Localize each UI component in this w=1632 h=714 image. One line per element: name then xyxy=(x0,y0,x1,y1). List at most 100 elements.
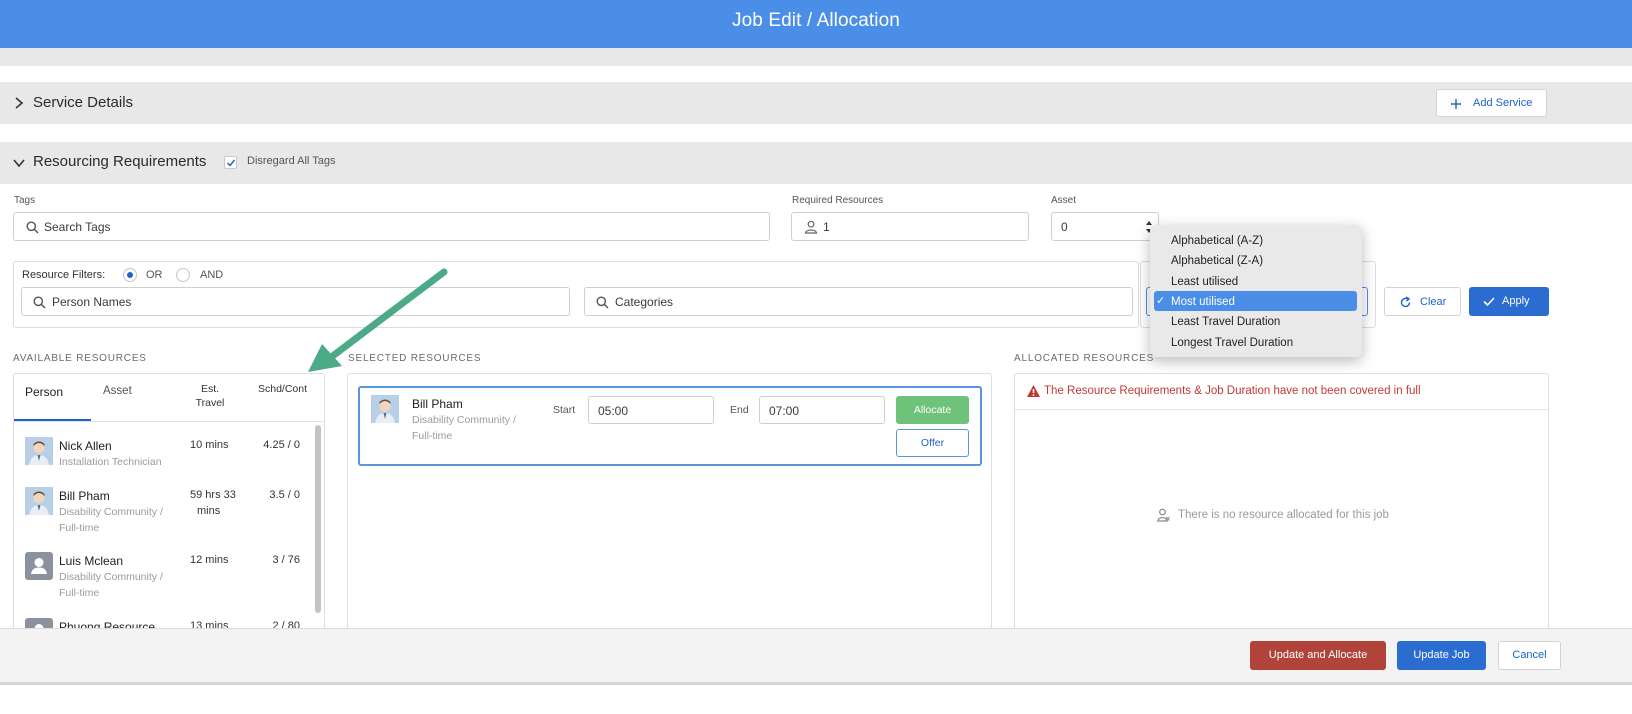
avatar xyxy=(25,552,53,580)
resource-travel: 10 mins xyxy=(190,439,229,451)
cancel-button[interactable]: Cancel xyxy=(1498,641,1561,670)
resource-travel-cont: mins xyxy=(197,505,221,517)
search-tags-input[interactable]: Search Tags xyxy=(13,212,770,241)
resource-category: Disability Community / xyxy=(59,506,163,518)
resource-employment: Full-time xyxy=(59,522,100,534)
resource-employment: Full-time xyxy=(59,587,100,599)
start-time-value: 05:00 xyxy=(598,404,629,418)
add-service-button[interactable]: Add Service xyxy=(1436,89,1547,117)
service-details-label: Service Details xyxy=(33,94,134,111)
required-resources-value: 1 xyxy=(823,220,830,234)
person-avatar-icon xyxy=(25,437,53,465)
asset-value: 0 xyxy=(1061,220,1068,234)
resource-filters-label: Resource Filters: xyxy=(22,269,106,281)
available-scrollbar[interactable] xyxy=(315,425,321,613)
add-service-label: Add Service xyxy=(1473,97,1533,109)
chevron-right-icon xyxy=(15,97,24,109)
start-time-input[interactable]: 05:00 xyxy=(588,396,714,424)
footer-bar xyxy=(0,628,1632,682)
allocated-divider xyxy=(1015,409,1548,410)
sort-option[interactable]: Least utilised xyxy=(1171,272,1238,292)
additional-fields-bar[interactable] xyxy=(0,48,1632,66)
selected-resource-sub2: Full-time xyxy=(412,430,453,442)
resource-schd-cont: 4.25 / 0 xyxy=(263,439,300,451)
disregard-tags-label: Disregard All Tags xyxy=(247,155,336,167)
service-details-bar[interactable] xyxy=(0,82,1632,124)
sort-option[interactable]: Alphabetical (Z-A) xyxy=(1171,251,1263,271)
search-icon xyxy=(596,296,609,309)
selected-resource-name: Bill Pham xyxy=(412,397,463,411)
page-title: Job Edit / Allocation xyxy=(732,10,900,31)
resourcing-requirements-bar[interactable] xyxy=(0,142,1632,184)
offer-button[interactable]: Offer xyxy=(896,429,969,457)
plus-icon xyxy=(1451,99,1461,109)
clear-button[interactable]: Clear xyxy=(1384,287,1461,316)
avatar xyxy=(25,437,53,465)
sort-option[interactable]: Least Travel Duration xyxy=(1171,312,1280,332)
resource-name: Nick Allen xyxy=(59,439,112,453)
update-job-button[interactable]: Update Job xyxy=(1397,641,1486,670)
available-resources-title: AVAILABLE RESOURCES xyxy=(13,353,147,364)
person-names-placeholder: Person Names xyxy=(52,295,132,309)
disregard-tags-checkbox[interactable] xyxy=(224,156,237,169)
resource-schd-cont: 3 / 76 xyxy=(272,554,300,566)
categories-placeholder: Categories xyxy=(615,295,674,309)
tab-asset[interactable]: Asset xyxy=(103,385,132,397)
or-label: OR xyxy=(146,269,163,281)
selected-resource-sub1: Disability Community / xyxy=(412,414,516,426)
search-icon xyxy=(26,221,39,234)
person-avatar-icon xyxy=(25,487,53,515)
column-schd-cont[interactable]: Schd/Cont xyxy=(258,383,307,395)
apply-button[interactable]: Apply xyxy=(1469,287,1549,316)
or-radio[interactable] xyxy=(123,268,137,282)
allocation-warning: The Resource Requirements & Job Duration… xyxy=(1044,385,1421,397)
check-icon xyxy=(1483,297,1495,307)
radio-selected-dot xyxy=(127,272,133,278)
person-icon xyxy=(804,220,818,234)
sort-option[interactable]: Longest Travel Duration xyxy=(1171,333,1293,353)
resource-category: Disability Community / xyxy=(59,571,163,583)
required-resources-label: Required Resources xyxy=(792,195,884,206)
tab-person[interactable]: Person xyxy=(25,385,63,399)
allocated-resources-panel xyxy=(1014,373,1549,635)
allocate-button[interactable]: Allocate xyxy=(896,396,969,424)
no-allocation-message: There is no resource allocated for this … xyxy=(1178,509,1389,521)
est-travel-line2: Travel xyxy=(195,397,225,409)
resource-travel: 59 hrs 33 xyxy=(190,489,236,501)
resource-name: Luis Mclean xyxy=(59,554,124,568)
est-travel-line1: Est. xyxy=(200,383,220,395)
update-and-allocate-button[interactable]: Update and Allocate xyxy=(1250,641,1386,670)
footer-bottom-space xyxy=(0,682,1632,714)
avatar xyxy=(25,487,53,515)
end-time-input[interactable]: 07:00 xyxy=(759,396,885,424)
and-radio[interactable] xyxy=(176,268,190,282)
checkmark-icon: ✓ xyxy=(1156,295,1166,307)
sort-option[interactable]: Most utilised xyxy=(1171,292,1235,312)
resource-name: Bill Pham xyxy=(59,489,110,503)
categories-input[interactable]: Categories xyxy=(584,287,1133,316)
resource-schd-cont: 3.5 / 0 xyxy=(269,489,300,501)
resourcing-requirements-label: Resourcing Requirements xyxy=(33,153,207,170)
asset-stepper[interactable]: 0 xyxy=(1051,212,1159,241)
resource-category: Installation Technician xyxy=(59,456,162,468)
chevron-down-icon xyxy=(13,159,25,168)
end-label: End xyxy=(730,404,749,416)
resource-travel: 12 mins xyxy=(190,554,229,566)
person-names-input[interactable]: Person Names xyxy=(21,287,570,316)
search-tags-placeholder: Search Tags xyxy=(44,220,111,234)
refresh-icon xyxy=(1400,296,1411,308)
person-avatar-icon xyxy=(371,395,399,423)
allocated-resources-title: ALLOCATED RESOURCES xyxy=(1014,353,1155,364)
search-icon xyxy=(33,296,46,309)
clear-label: Clear xyxy=(1420,296,1447,308)
column-est-travel[interactable]: Est. Travel xyxy=(190,383,230,409)
checkmark-icon xyxy=(226,159,236,167)
window-bottom-edge xyxy=(0,682,1632,685)
sort-option[interactable]: Alphabetical (A-Z) xyxy=(1171,231,1263,251)
required-resources-input[interactable]: 1 xyxy=(791,212,1029,241)
end-time-value: 07:00 xyxy=(769,404,800,418)
asset-label: Asset xyxy=(1051,195,1077,206)
tags-label: Tags xyxy=(14,195,36,206)
selected-resources-title: SELECTED RESOURCES xyxy=(348,353,482,364)
person-placeholder-icon xyxy=(31,558,47,574)
